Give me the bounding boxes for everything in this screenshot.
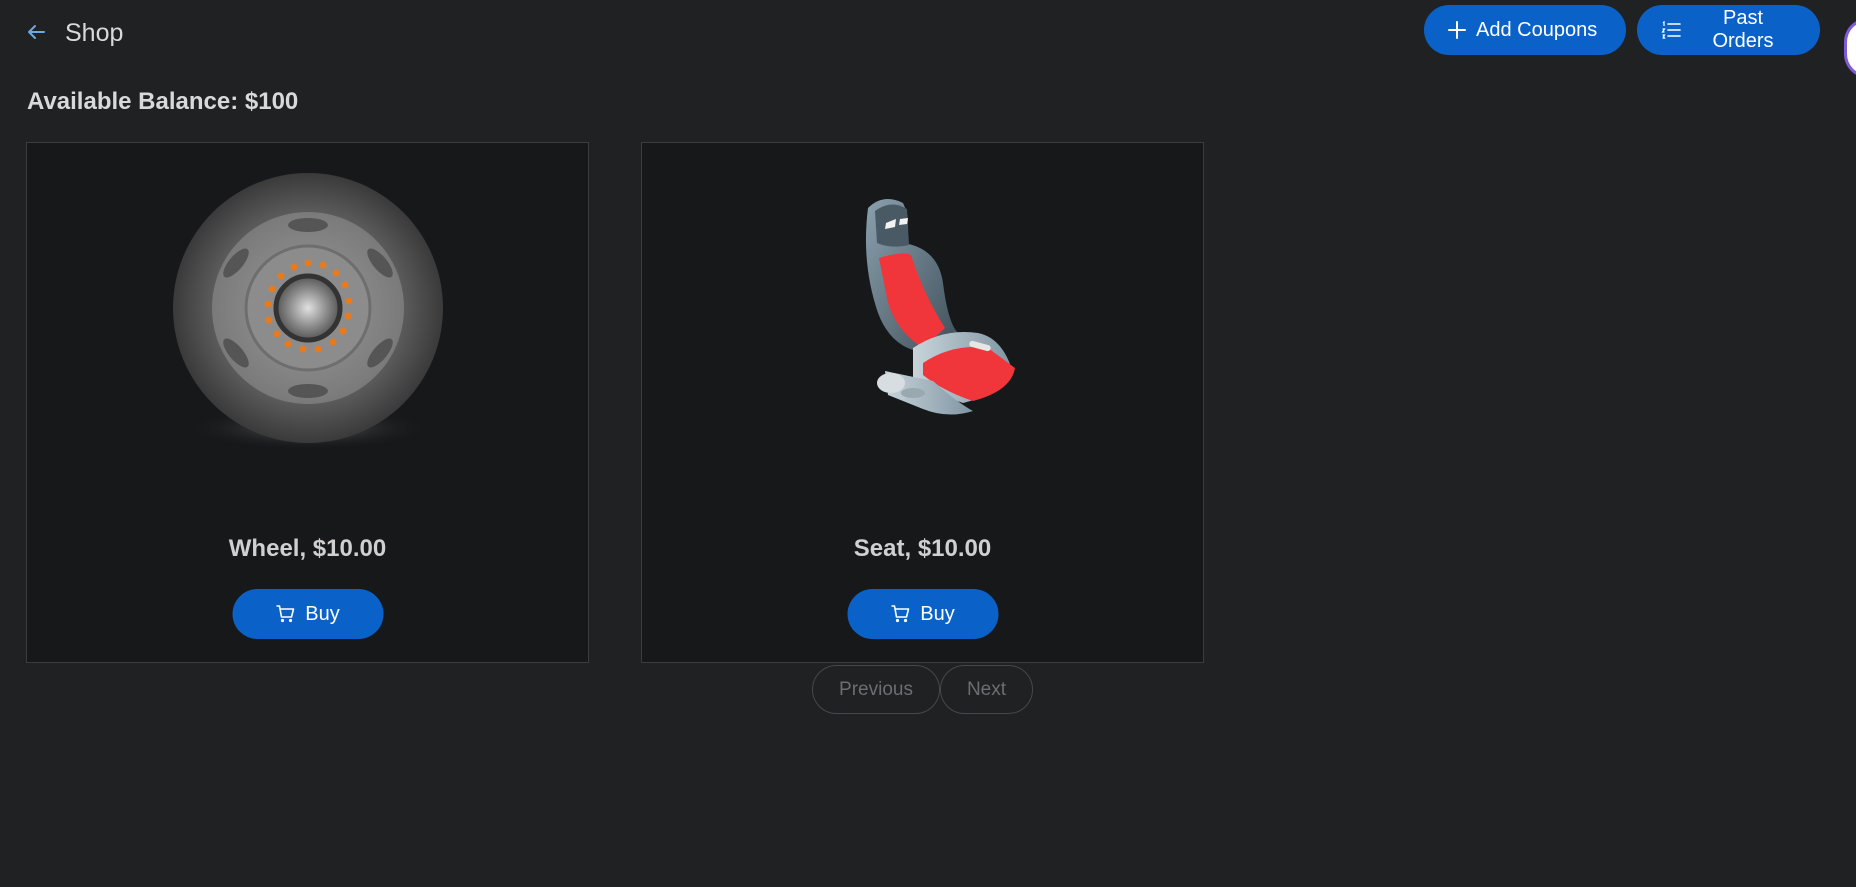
- past-orders-button[interactable]: Past Orders: [1637, 5, 1820, 55]
- cart-icon: [891, 605, 910, 623]
- add-coupons-button[interactable]: Add Coupons: [1424, 5, 1626, 55]
- plus-icon: [1448, 21, 1466, 39]
- product-card: Wheel, $10.00 Buy: [26, 142, 589, 663]
- product-title: Seat, $10.00: [853, 535, 992, 562]
- past-orders-label: Past Orders: [1712, 7, 1774, 52]
- buy-label: Buy: [305, 602, 340, 625]
- arrow-left-icon: [28, 25, 45, 39]
- back-button[interactable]: [20, 16, 52, 48]
- available-balance: Available Balance: $100: [27, 88, 299, 115]
- seat-image: [642, 163, 1203, 463]
- product-card: Seat, $10.00 Buy: [641, 142, 1204, 663]
- page-title: Shop: [65, 19, 124, 47]
- wheel-image: [27, 163, 588, 463]
- shop-page: Shop Add Coupons Past Orders Available B…: [0, 0, 1856, 887]
- avatar[interactable]: [1844, 18, 1856, 78]
- header-actions: Add Coupons Past Orders: [1424, 5, 1820, 55]
- list-icon: [1661, 21, 1681, 39]
- product-title: Wheel, $10.00: [228, 535, 387, 562]
- buy-label: Buy: [920, 602, 955, 625]
- add-coupons-label: Add Coupons: [1476, 18, 1598, 41]
- cart-icon: [276, 605, 295, 623]
- pagination: Previous Next: [812, 665, 1033, 714]
- previous-button[interactable]: Previous: [812, 665, 940, 714]
- buy-button[interactable]: Buy: [232, 589, 383, 639]
- buy-button[interactable]: Buy: [847, 589, 998, 639]
- next-button[interactable]: Next: [940, 665, 1033, 714]
